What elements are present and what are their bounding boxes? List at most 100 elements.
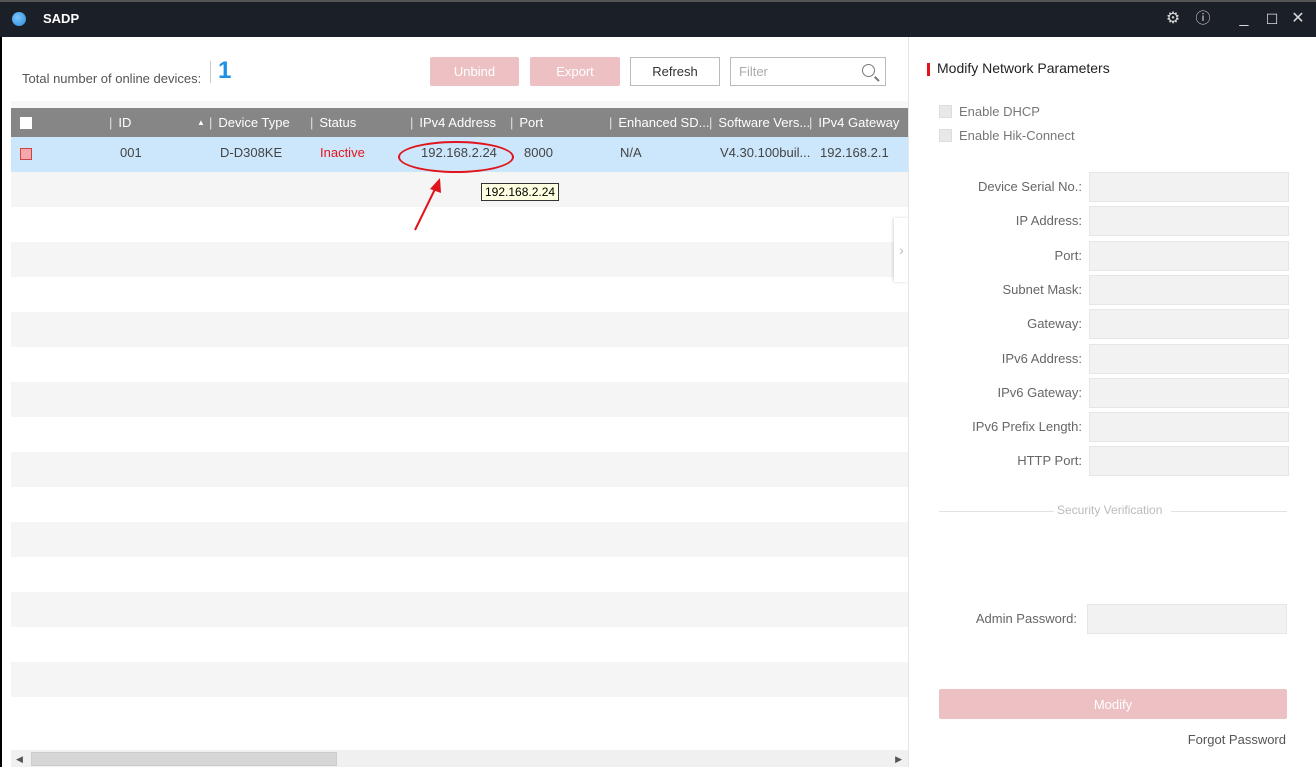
empty-table-row [11,487,908,522]
panel-title: Modify Network Parameters [937,60,1110,76]
settings-gear-icon[interactable]: ⚙ [1163,8,1183,30]
modify-network-panel: Modify Network Parameters Enable DHCP En… [908,37,1316,767]
online-devices-count: 1 [218,57,232,84]
scrollbar-thumb[interactable] [31,752,337,766]
column-header-software-version[interactable]: | Software Vers... [709,108,809,137]
table-top-strip [11,101,908,108]
field-label: Device Serial No.: [977,179,1082,194]
column-header-device-type-label: Device Type [218,115,290,130]
filter-input[interactable] [739,64,849,79]
admin-password-input[interactable] [1087,604,1287,634]
enable-dhcp-checkbox[interactable]: Enable DHCP [939,104,1040,119]
column-header-id[interactable]: | ID [109,108,199,137]
online-devices-label: Total number of online devices: [22,71,202,86]
field-input[interactable] [1089,343,1289,374]
checkbox-box[interactable] [939,129,952,142]
maximize-icon[interactable]: ☐ [1262,8,1282,30]
scroll-left-arrow-icon[interactable]: ◀ [16,754,23,765]
enable-dhcp-label: Enable DHCP [959,104,1040,119]
scroll-right-arrow-icon[interactable]: ▶ [895,754,902,765]
column-header-ipv4-label: IPv4 Address [419,115,496,130]
field-input[interactable] [1089,377,1289,408]
app-title: SADP [43,11,80,26]
column-header-software-version-label: Software Vers... [718,115,809,130]
field-label: Gateway: [1027,316,1082,332]
field-label: HTTP Port: [1017,453,1082,469]
select-all-checkbox[interactable] [20,117,32,129]
forgot-password-link[interactable]: Forgot Password [1188,732,1286,747]
column-header-device-type[interactable]: | Device Type [209,108,309,137]
empty-table-row [11,347,908,382]
close-icon[interactable]: ✕ [1288,8,1308,30]
app-logo-icon [12,12,26,26]
column-header-port[interactable]: | Port [510,108,610,137]
column-header-id-label: ID [118,115,132,130]
enable-hik-connect-checkbox[interactable]: Enable Hik-Connect [939,128,1075,143]
modify-button[interactable]: Modify [939,689,1287,719]
column-header-port-label: Port [519,115,544,130]
column-header-status-label: Status [319,115,357,130]
column-header-ipv4-gateway-label: IPv4 Gateway [818,115,900,130]
empty-table-row [11,697,908,732]
empty-table-row [11,172,908,207]
cell-port: 8000 [524,145,553,160]
field-input[interactable] [1089,412,1289,443]
field-label: Subnet Mask: [1002,281,1083,297]
empty-table-row [11,312,908,347]
red-arrow-annotation [414,178,441,231]
field-label: IPv6 Prefix Length: [972,419,1082,435]
column-header-ipv4-gateway[interactable]: | IPv4 Gateway [809,108,909,137]
divider [939,511,1054,512]
admin-password-label: Admin Password: [975,611,1077,626]
empty-table-row [11,557,908,592]
cell-device-type: D-D308KE [220,145,283,160]
cell-ipv4-address: 192.168.2.24 [421,145,497,160]
empty-table-row [11,452,908,487]
empty-table-row [11,662,908,697]
export-button[interactable]: Export [530,57,620,86]
table-row[interactable]: 001 D-D308KE Inactive 192.168.2.24 8000 … [11,137,908,172]
field-input[interactable] [1089,240,1289,271]
minimize-icon[interactable]: _ [1234,8,1254,30]
field-label: IPv6 Address: [1001,350,1082,366]
security-verification-label: Security Verification [1057,503,1163,517]
empty-table-row [11,522,908,557]
divider [1171,511,1287,512]
field-input[interactable] [1089,309,1289,340]
search-icon[interactable] [862,64,875,77]
ip-tooltip: 192.168.2.24 [481,183,560,201]
refresh-button[interactable]: Refresh [630,57,720,86]
row-checkbox[interactable] [20,148,32,160]
collapse-panel-chevron-icon[interactable]: › [894,218,909,282]
title-bar: SADP ⚙ ⓘ _ ☐ ✕ [0,0,1316,37]
horizontal-scrollbar[interactable]: ◀ ▶ [11,750,908,767]
field-input[interactable] [1089,446,1289,477]
empty-table-row [11,417,908,452]
panel-title-accent [927,63,930,76]
cell-enhanced-sdk: N/A [620,145,642,160]
empty-table-row [11,627,908,662]
checkbox-box[interactable] [939,105,952,118]
sort-ascending-icon[interactable]: ▲ [197,108,205,137]
field-input[interactable] [1089,274,1289,305]
cell-status: Inactive [320,145,365,160]
column-header-ipv4-address[interactable]: | IPv4 Address [410,108,510,137]
table-header: | ID ▲ | Device Type | Status | IPv4 Address… [11,108,908,137]
cell-id: 001 [120,145,142,160]
field-input[interactable] [1089,206,1289,237]
empty-table-row [11,277,908,312]
empty-table-row [11,382,908,417]
empty-table-row [11,242,908,277]
column-header-enhanced-sdk[interactable]: | Enhanced SD... [609,108,709,137]
info-icon[interactable]: ⓘ [1193,8,1213,30]
count-divider [210,61,211,83]
column-header-status[interactable]: | Status [310,108,410,137]
empty-table-row [11,207,908,242]
enable-hik-connect-label: Enable Hik-Connect [959,128,1075,143]
filter-box[interactable] [730,57,886,86]
field-label: IPv6 Gateway: [997,384,1082,400]
cell-ipv4-gateway: 192.168.2.1 [820,145,889,160]
column-header-enhanced-sdk-label: Enhanced SD... [618,115,709,130]
field-input[interactable] [1089,172,1289,202]
unbind-button[interactable]: Unbind [430,57,519,86]
